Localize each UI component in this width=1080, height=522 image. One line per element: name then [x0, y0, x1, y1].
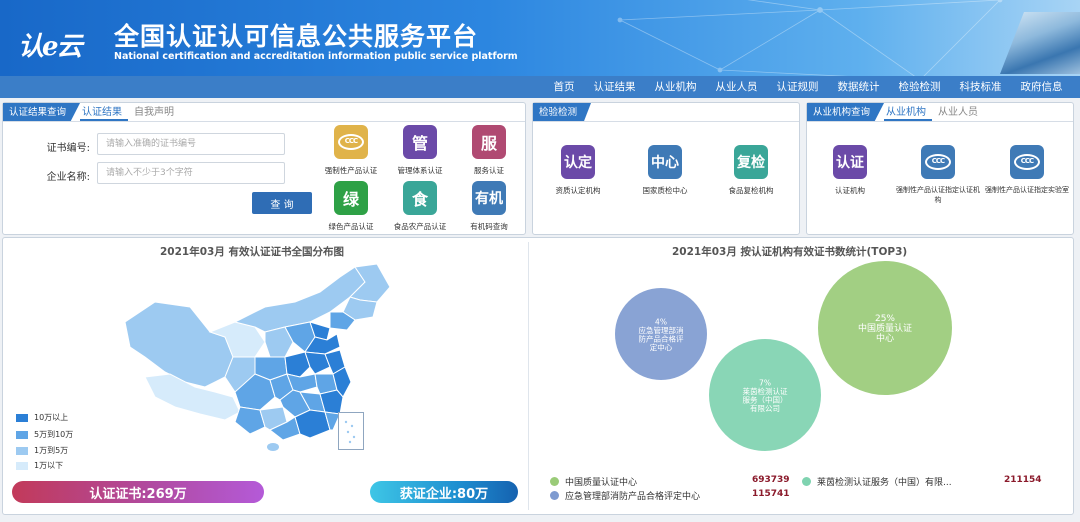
company-name-label: 企业名称: [46, 172, 90, 183]
rending-icon: 认定 [561, 145, 595, 179]
tab-self-declaration[interactable]: 自我声明 [128, 103, 180, 121]
nav-home[interactable]: 首页 [544, 76, 584, 98]
legend-value-tuv: 211154 [1004, 475, 1042, 485]
nav-standards[interactable]: 科技标准 [950, 76, 1011, 98]
nav-institutions[interactable]: 从业机构 [645, 76, 706, 98]
header-banner: 认e云 全国认证认可信息公共服务平台 National certificatio… [0, 0, 1080, 76]
tile-green-product[interactable]: 绿 绿色产品认证 [316, 181, 386, 232]
ccc-icon [921, 145, 955, 179]
tile-food-agri[interactable]: 食 食品农产品认证 [385, 181, 455, 232]
tile-ccc-lab[interactable]: 强制性产品认证指定实验室 [984, 145, 1070, 195]
legend-under-1w: 1万以下 [16, 460, 63, 471]
tile-label: 强制性产品认证指定认证机构 [896, 186, 980, 204]
legend-10w-plus: 10万以上 [16, 412, 68, 423]
tile-management-system[interactable]: 管 管理体系认证 [385, 125, 455, 176]
network-decoration [617, 0, 1003, 76]
tile-cert-body[interactable]: 认证 认证机构 [815, 145, 885, 196]
panel-head-institutions: 从业机构查询 [807, 103, 885, 121]
map-title: 2021年03月 有效认证证书全国分布图 [160, 246, 344, 258]
tile-organic-code[interactable]: 有机 有机码查询 [454, 181, 524, 232]
panel-divider [528, 242, 529, 510]
nav-statistics[interactable]: 数据统计 [828, 76, 889, 98]
tile-national-center[interactable]: 中心 国家质检中心 [630, 145, 700, 196]
tile-label: 强制性产品认证 [324, 166, 378, 175]
tile-qualification[interactable]: 认定 资质认定机构 [543, 145, 613, 196]
bubble-chart: 25%中国质量认证中心4%应急管理部消防产品合格评定中心7%莱茵检测认证服务（中… [615, 261, 952, 451]
tab-personnel[interactable]: 从业人员 [932, 103, 984, 121]
tile-label: 食品农产品认证 [393, 222, 447, 231]
logo-text: 认e云 [18, 32, 83, 62]
tile-label: 资质认定机构 [555, 186, 601, 195]
zhongxin-icon: 中心 [648, 145, 682, 179]
ccc-icon [334, 125, 368, 159]
bubble-chart-title: 2021年03月 按认证机构有效证书数统计(TOP3) [672, 246, 908, 258]
stat-certificates: 认证证书:269万 [12, 481, 264, 503]
youji-icon: 有机 [472, 181, 506, 215]
site-title: 全国认证认可信息公共服务平台 [114, 22, 479, 51]
tile-ccc-cert-body[interactable]: 强制性产品认证指定认证机构 [895, 145, 981, 205]
tile-label: 国家质检中心 [642, 186, 688, 195]
tile-label: 认证机构 [835, 186, 865, 195]
cert-number-input[interactable] [97, 133, 285, 155]
nav-inspection[interactable]: 检验检测 [889, 76, 950, 98]
legend-5w-10w: 5万到10万 [16, 429, 73, 440]
tile-label: 强制性产品认证指定实验室 [985, 186, 1069, 194]
legend-label: 10万以上 [34, 413, 69, 422]
tile-ccc-cert[interactable]: 强制性产品认证 [316, 125, 386, 176]
main-nav: 首页 认证结果 从业机构 从业人员 认证规则 数据统计 检验检测 科技标准 政府… [0, 76, 1080, 98]
south-sea-inset [338, 412, 364, 450]
legend-label: 5万到10万 [34, 430, 74, 439]
site-logo[interactable]: 认e云 [18, 14, 96, 64]
legend-label: 1万以下 [34, 461, 64, 470]
tile-label: 有机码查询 [470, 222, 508, 231]
tab-institutions[interactable]: 从业机构 [884, 103, 933, 121]
legend-1w-5w: 1万到5万 [16, 445, 68, 456]
company-name-input[interactable] [97, 162, 285, 184]
fu-icon: 服 [472, 125, 506, 159]
stat-companies: 获证企业:80万 [370, 481, 518, 503]
site-subtitle: National certification and accreditation… [114, 51, 518, 62]
tile-food-recheck[interactable]: 复检 食品复检机构 [716, 145, 786, 196]
legend-dot [550, 477, 559, 486]
nav-personnel[interactable]: 从业人员 [706, 76, 767, 98]
panel-head-inspection: 检验检测 [533, 103, 592, 121]
nav-cert-rules[interactable]: 认证规则 [767, 76, 828, 98]
tab-cert-results[interactable]: 认证结果 [80, 103, 129, 121]
legend-dot [550, 491, 559, 500]
legend-item-cqc[interactable]: 中国质量认证中心 [550, 475, 637, 488]
nav-government-info[interactable]: 政府信息 [1011, 76, 1072, 98]
legend-label: 1万到5万 [34, 446, 69, 455]
tile-service-cert[interactable]: 服 服务认证 [454, 125, 524, 176]
renzheng-icon: 认证 [833, 145, 867, 179]
legend-dot [802, 477, 811, 486]
legend-value-fire: 115741 [752, 489, 790, 499]
query-button[interactable]: 查 询 [252, 192, 312, 214]
tile-label: 食品复检机构 [728, 186, 774, 195]
legend-value-cqc: 693739 [752, 475, 790, 485]
legend-name: 应急管理部消防产品合格评定中心 [565, 492, 701, 502]
legend-item-fire[interactable]: 应急管理部消防产品合格评定中心 [550, 489, 700, 502]
legend-name: 中国质量认证中心 [565, 478, 638, 488]
guan-icon: 管 [403, 125, 437, 159]
legend-name: 莱茵检测认证服务（中国）有限... [817, 478, 952, 488]
cert-number-label: 证书编号: [46, 143, 90, 154]
tile-label: 绿色产品认证 [328, 222, 374, 231]
lv-icon: 绿 [334, 181, 368, 215]
shi-icon: 食 [403, 181, 437, 215]
panel-head-cert-query: 认证结果查询 [3, 103, 81, 121]
nav-cert-results[interactable]: 认证结果 [584, 76, 645, 98]
tile-label: 服务认证 [474, 166, 504, 175]
ccc-icon [1010, 145, 1044, 179]
tile-label: 管理体系认证 [397, 166, 443, 175]
legend-item-tuv[interactable]: 莱茵检测认证服务（中国）有限... [802, 475, 952, 488]
fujian-icon: 复检 [734, 145, 768, 179]
